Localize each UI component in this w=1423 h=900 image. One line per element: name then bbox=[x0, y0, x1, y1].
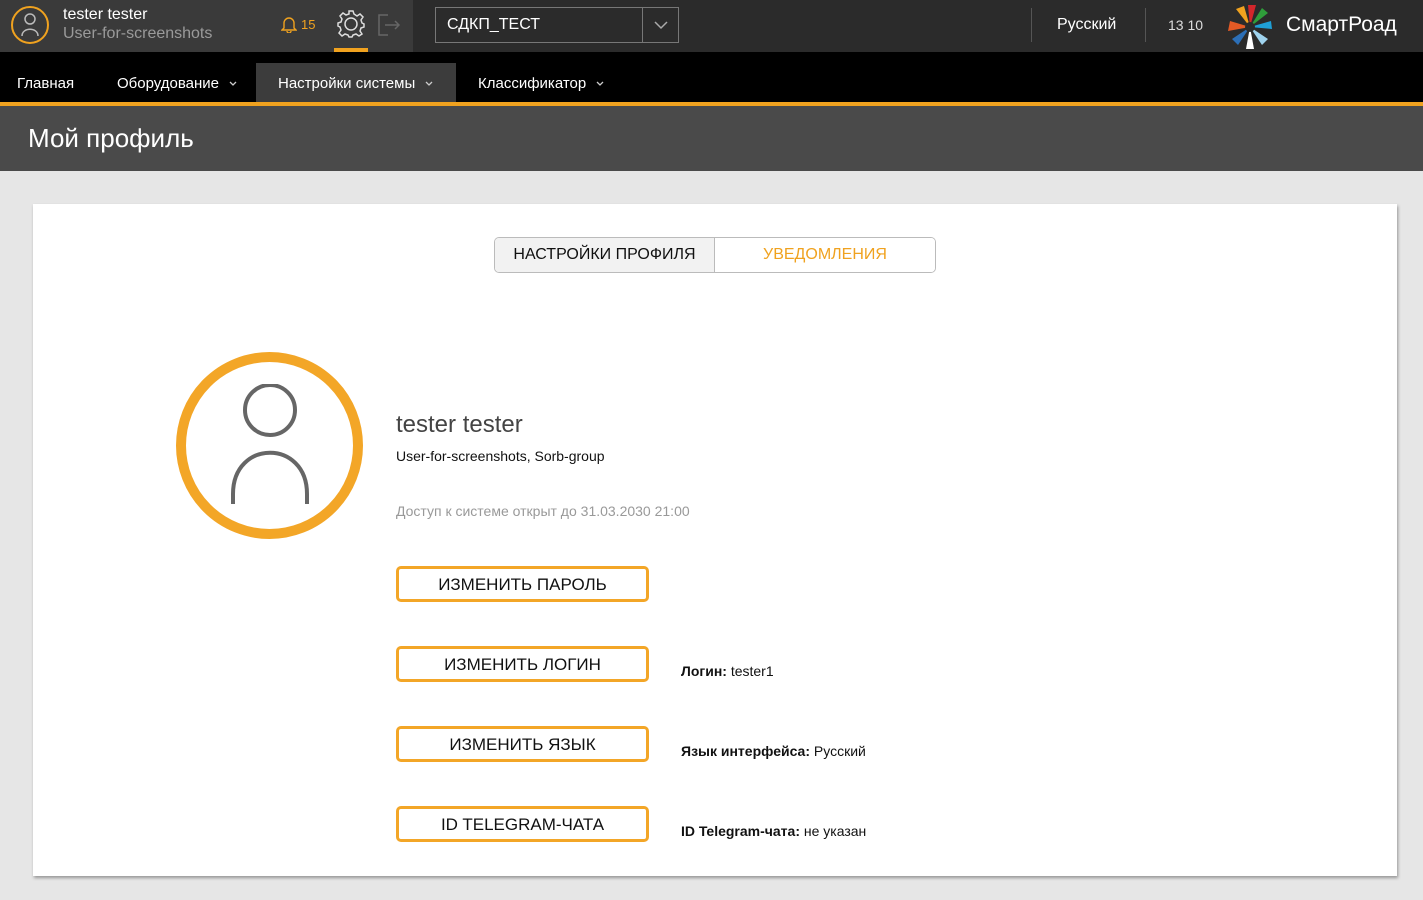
telegram-value: не указан bbox=[799, 823, 867, 839]
top-bar: tester tester User-for-screenshots 15 СД… bbox=[0, 0, 1423, 52]
nav-item-home[interactable]: Главная bbox=[0, 63, 95, 102]
profile-access: Доступ к системе открыт до 31.03.2030 21… bbox=[396, 503, 690, 519]
language-value: Русский bbox=[810, 743, 866, 759]
change-language-button[interactable]: ИЗМЕНИТЬ ЯЗЫК bbox=[396, 726, 649, 762]
profile-card: НАСТРОЙКИ ПРОФИЛЯ УВЕДОМЛЕНИЯ tester tes… bbox=[33, 204, 1397, 876]
profile-org: User-for-screenshots, Sorb-group bbox=[396, 448, 605, 464]
telegram-id-button[interactable]: ID TELEGRAM-ЧАТА bbox=[396, 806, 649, 842]
logout-icon bbox=[378, 14, 401, 36]
user-avatar-icon[interactable] bbox=[11, 6, 49, 44]
user-block[interactable]: tester tester User-for-screenshots 15 bbox=[0, 0, 413, 52]
chevron-down-icon bbox=[654, 21, 668, 30]
tab-profile-settings[interactable]: НАСТРОЙКИ ПРОФИЛЯ bbox=[495, 238, 715, 272]
gear-icon bbox=[337, 10, 365, 38]
user-avatar-icon bbox=[231, 384, 309, 504]
main-nav: Главная Оборудование Настройки системы К… bbox=[0, 52, 1423, 103]
language-info: Язык интерфейса: Русский bbox=[681, 743, 866, 759]
login-value: tester1 bbox=[726, 663, 774, 679]
brand-logo-icon bbox=[1224, 3, 1276, 54]
user-name: tester tester bbox=[63, 6, 148, 23]
page-title: Мой профиль bbox=[28, 123, 194, 153]
change-password-button[interactable]: ИЗМЕНИТЬ ПАРОЛЬ bbox=[396, 566, 649, 602]
project-select-value: СДКП_ТЕСТ bbox=[447, 16, 540, 33]
nav-item-label: Настройки системы bbox=[278, 75, 416, 92]
notifications-button[interactable]: 15 bbox=[281, 14, 321, 36]
profile-name: tester tester bbox=[396, 411, 523, 438]
profile-avatar bbox=[176, 352, 363, 539]
clock: 13 10 bbox=[1168, 17, 1204, 33]
language-switch[interactable]: Русский bbox=[1057, 16, 1116, 34]
bell-icon bbox=[281, 17, 297, 33]
divider bbox=[1031, 8, 1032, 42]
settings-button[interactable] bbox=[334, 8, 368, 52]
divider bbox=[1145, 8, 1146, 42]
login-info: Логин: tester1 bbox=[681, 663, 774, 679]
nav-item-label: Оборудование bbox=[117, 75, 220, 92]
project-select-toggle[interactable] bbox=[642, 8, 678, 42]
login-label: Логин: bbox=[681, 663, 727, 679]
notifications-count: 15 bbox=[301, 17, 316, 32]
user-subtitle: User-for-screenshots bbox=[63, 25, 213, 42]
nav-item-classifier[interactable]: Классификатор bbox=[456, 63, 626, 102]
nav-item-label: Главная bbox=[17, 75, 75, 92]
tab-notifications[interactable]: УВЕДОМЛЕНИЯ bbox=[715, 238, 935, 272]
nav-item-label: Классификатор bbox=[478, 75, 587, 92]
chevron-down-icon bbox=[229, 81, 237, 86]
telegram-label: ID Telegram-чата: bbox=[681, 823, 800, 839]
chevron-down-icon bbox=[596, 81, 604, 86]
brand-name: СмартРоад bbox=[1286, 13, 1397, 36]
chevron-down-icon bbox=[425, 81, 433, 86]
language-label: Язык интерфейса: bbox=[681, 743, 810, 759]
change-login-button[interactable]: ИЗМЕНИТЬ ЛОГИН bbox=[396, 646, 649, 682]
nav-item-equipment[interactable]: Оборудование bbox=[95, 63, 256, 102]
telegram-info: ID Telegram-чата: не указан bbox=[681, 823, 866, 839]
nav-item-system-settings[interactable]: Настройки системы bbox=[256, 63, 456, 102]
logout-button[interactable] bbox=[376, 12, 402, 43]
project-select[interactable]: СДКП_ТЕСТ bbox=[435, 7, 679, 43]
page-title-bar: Мой профиль bbox=[0, 106, 1423, 171]
profile-tabs: НАСТРОЙКИ ПРОФИЛЯ УВЕДОМЛЕНИЯ bbox=[494, 237, 936, 273]
